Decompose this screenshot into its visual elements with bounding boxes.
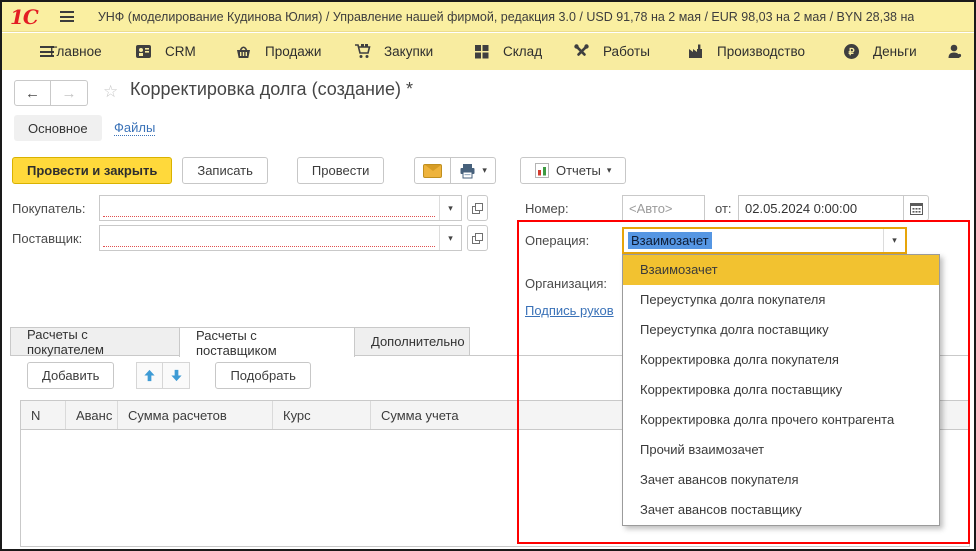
1c-logo-icon: 1С [10, 5, 38, 29]
dropdown-item[interactable]: Корректировка долга прочего контрагента [623, 405, 939, 435]
send-email-button[interactable] [414, 157, 451, 184]
operation-label: Операция: [525, 233, 589, 248]
dropdown-item[interactable]: Корректировка долга покупателя [623, 345, 939, 375]
purchases-cart-icon [354, 43, 371, 60]
envelope-icon [423, 164, 442, 178]
buyer-field: ▾ [99, 195, 462, 221]
organization-label: Организация: [525, 276, 607, 291]
menu-item-crm[interactable]: CRM [135, 33, 196, 70]
dropdown-item[interactable]: Зачет авансов покупателя [623, 465, 939, 495]
buyer-dropdown-button[interactable]: ▾ [439, 196, 461, 220]
number-label: Номер: [525, 201, 569, 216]
arrow-up-icon [143, 369, 156, 382]
calendar-icon [910, 202, 923, 215]
works-tools-icon [573, 43, 590, 60]
dropdown-item[interactable]: Взаимозачет [623, 255, 939, 285]
menu-item-warehouse[interactable]: Склад [473, 33, 542, 70]
caret-down-icon: ▾ [448, 233, 453, 244]
reports-button[interactable]: Отчеты ▾ [520, 157, 626, 184]
supplier-open-button[interactable] [467, 225, 488, 251]
col-header-kurs[interactable]: Курс [273, 401, 371, 429]
person-icon [946, 43, 963, 60]
col-header-avans[interactable]: Аванс [66, 401, 118, 429]
dropdown-item[interactable]: Зачет авансов поставщику [623, 495, 939, 525]
production-factory-icon [687, 43, 704, 60]
dropdown-item[interactable]: Переуступка долга покупателя [623, 285, 939, 315]
menu-item-main[interactable]: Главное [50, 33, 102, 70]
send-print-group: ▾ [414, 157, 496, 184]
command-bar: Провести и закрыть Записать Провести ▾ [12, 157, 626, 184]
crm-icon [135, 43, 152, 60]
operation-combobox[interactable]: Взаимозачет ▾ [622, 227, 907, 254]
favorite-star-icon[interactable]: ☆ [103, 82, 118, 102]
number-field [622, 195, 705, 221]
buyer-label: Покупатель: [12, 201, 85, 216]
pick-button[interactable]: Подобрать [215, 362, 310, 389]
date-field [738, 195, 904, 221]
date-label: от: [715, 201, 732, 216]
tab-files[interactable]: Файлы [102, 115, 167, 141]
open-form-icon [472, 233, 483, 244]
title-bar: 1С УНФ (моделирование Кудинова Юлия) / У… [2, 2, 974, 32]
move-up-button[interactable] [136, 362, 163, 389]
save-button[interactable]: Записать [182, 157, 268, 184]
money-ruble-icon: ₽ [843, 43, 860, 60]
buyer-input[interactable] [100, 196, 439, 220]
report-chart-icon [535, 163, 549, 178]
app-window: 1С УНФ (моделирование Кудинова Юлия) / У… [0, 0, 976, 551]
menu-item-works[interactable]: Работы [573, 33, 650, 70]
supplier-field: ▾ [99, 225, 462, 251]
supplier-input[interactable] [100, 226, 439, 250]
caret-down-icon: ▾ [448, 203, 453, 214]
svg-text:₽: ₽ [848, 47, 855, 58]
tab-additional[interactable]: Дополнительно [354, 327, 470, 356]
tab-supplier-settlements[interactable]: Расчеты с поставщиком [179, 327, 355, 357]
menu-item-purchases[interactable]: Закупки [354, 33, 433, 70]
dropdown-item[interactable]: Корректировка долга поставщику [623, 375, 939, 405]
sections-burger-icon[interactable] [18, 33, 54, 70]
col-header-summa-raschetov[interactable]: Сумма расчетов [118, 401, 273, 429]
operation-dropdown-list: Взаимозачет Переуступка долга покупателя… [622, 254, 940, 526]
operation-dropdown-button[interactable]: ▾ [883, 229, 905, 252]
caret-down-icon: ▾ [482, 165, 487, 176]
post-button[interactable]: Провести [297, 157, 385, 184]
date-calendar-button[interactable] [903, 195, 929, 221]
menu-item-money[interactable]: ₽ Деньги [843, 33, 917, 70]
dropdown-item[interactable]: Переуступка долга поставщику [623, 315, 939, 345]
col-header-n[interactable]: N [21, 401, 66, 429]
window-title: УНФ (моделирование Кудинова Юлия) / Упра… [98, 10, 914, 24]
buyer-open-button[interactable] [467, 195, 488, 221]
back-button[interactable]: ← [14, 80, 51, 106]
history-nav: ← → [14, 80, 88, 106]
arrow-down-icon [170, 369, 183, 382]
menu-item-production[interactable]: Производство [687, 33, 805, 70]
add-row-button[interactable]: Добавить [27, 362, 114, 389]
menu-item-staff[interactable] [946, 33, 963, 70]
table-toolbar: Добавить Подобрать [27, 362, 311, 389]
menu-item-sales[interactable]: Продажи [235, 33, 321, 70]
printer-icon [459, 163, 476, 179]
tab-main[interactable]: Основное [14, 115, 102, 141]
sales-basket-icon [235, 43, 252, 60]
main-menu-burger-icon[interactable] [60, 11, 74, 22]
date-input[interactable] [739, 196, 903, 220]
caret-down-icon: ▾ [607, 165, 612, 176]
page-title: Корректировка долга (создание) * [130, 79, 413, 100]
forward-button[interactable]: → [51, 80, 88, 106]
supplier-label: Поставщик: [12, 231, 82, 246]
print-button[interactable]: ▾ [451, 157, 496, 184]
caret-down-icon: ▾ [892, 235, 897, 246]
section-menu-bar: Главное CRM Продажи [2, 33, 974, 70]
dropdown-item[interactable]: Прочий взаимозачет [623, 435, 939, 465]
tab-buyer-settlements[interactable]: Расчеты с покупателем [10, 327, 180, 356]
supplier-dropdown-button[interactable]: ▾ [439, 226, 461, 250]
open-form-icon [472, 203, 483, 214]
manager-signature-link[interactable]: Подпись руков [525, 303, 614, 318]
move-down-button[interactable] [163, 362, 190, 389]
warehouse-icon [473, 43, 490, 60]
operation-selected-value: Взаимозачет [628, 232, 712, 249]
number-input[interactable] [623, 196, 704, 220]
post-and-close-button[interactable]: Провести и закрыть [12, 157, 172, 184]
